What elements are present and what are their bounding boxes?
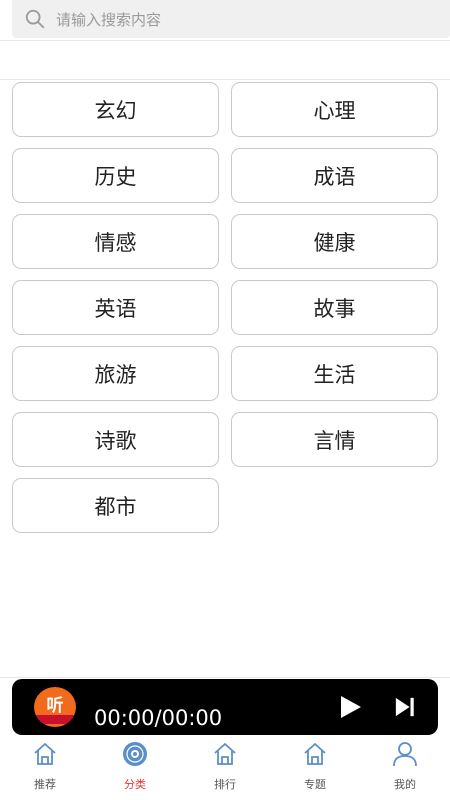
home-icon (214, 743, 236, 765)
tab-mine[interactable]: 我的 (360, 740, 450, 800)
category-button[interactable]: 英语 (12, 280, 219, 335)
tab-label: 排行 (214, 778, 236, 791)
category-button[interactable]: 心理 (231, 82, 438, 137)
search-bar[interactable]: 请输入搜索内容 (12, 0, 450, 38)
user-icon (393, 742, 417, 767)
divider (0, 677, 450, 678)
bottom-tab-bar: 推荐 分类 排行 专题 我的 (0, 740, 450, 800)
category-button[interactable]: 言情 (231, 412, 438, 467)
category-button[interactable]: 情感 (12, 214, 219, 269)
category-button[interactable]: 诗歌 (12, 412, 219, 467)
category-button[interactable]: 历史 (12, 148, 219, 203)
category-button[interactable]: 都市 (12, 478, 219, 533)
playback-time: 00:00/00:00 (94, 706, 223, 730)
search-icon (25, 9, 45, 29)
play-icon[interactable] (338, 695, 362, 719)
home-icon (34, 743, 56, 765)
category-button[interactable]: 成语 (231, 148, 438, 203)
category-button[interactable]: 健康 (231, 214, 438, 269)
category-grid: 玄幻 心理 历史 成语 情感 健康 英语 故事 旅游 生活 诗歌 言情 都市 (12, 82, 438, 533)
mini-player[interactable]: 听 00:00/00:00 (12, 679, 438, 735)
tab-topics[interactable]: 专题 (270, 740, 360, 800)
next-track-icon[interactable] (394, 696, 416, 718)
tab-ranking[interactable]: 排行 (180, 740, 270, 800)
logo-text: 听 (46, 696, 64, 716)
tab-label: 推荐 (34, 778, 56, 791)
tab-label: 分类 (124, 778, 146, 791)
logo-ribbon (34, 715, 76, 724)
category-button[interactable]: 玄幻 (12, 82, 219, 137)
tab-label: 我的 (394, 778, 416, 791)
app-logo: 听 (34, 687, 76, 727)
tab-label: 专题 (304, 778, 326, 791)
tab-recommend[interactable]: 推荐 (0, 740, 90, 800)
home-icon (304, 743, 326, 765)
category-button[interactable]: 生活 (231, 346, 438, 401)
disc-icon (123, 742, 147, 766)
tab-category[interactable]: 分类 (90, 740, 180, 800)
divider (0, 79, 450, 80)
category-button[interactable]: 故事 (231, 280, 438, 335)
category-button[interactable]: 旅游 (12, 346, 219, 401)
divider (0, 40, 450, 41)
search-input[interactable]: 请输入搜索内容 (56, 9, 161, 30)
